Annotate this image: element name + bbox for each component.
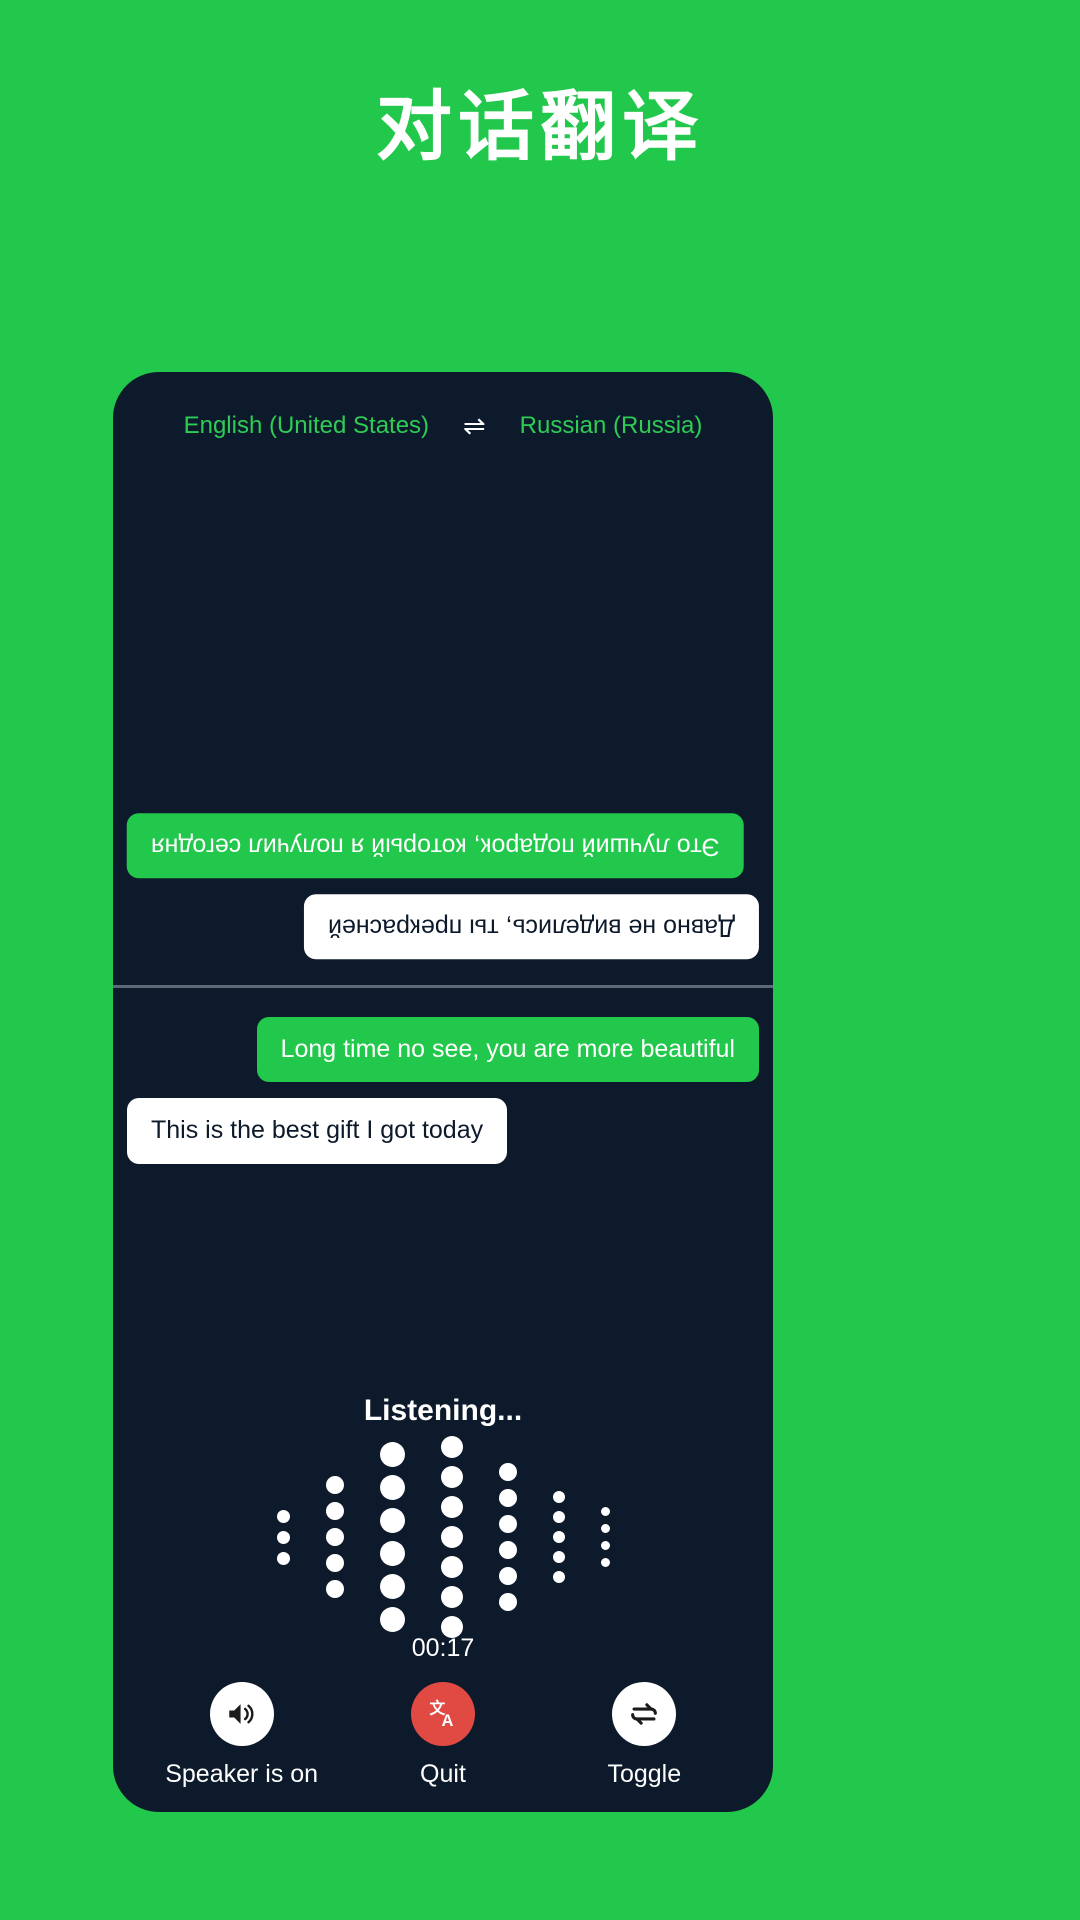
waveform-dot bbox=[325, 1580, 344, 1598]
waveform-dot bbox=[498, 1541, 517, 1559]
waveform-dot bbox=[276, 1551, 290, 1565]
waveform-dot bbox=[600, 1558, 610, 1567]
waveform-dot bbox=[325, 1554, 344, 1572]
waveform-dot bbox=[600, 1507, 610, 1516]
waveform-dot bbox=[498, 1593, 517, 1611]
page-title: 对话翻译 bbox=[376, 85, 704, 170]
source-language-selector[interactable]: English (United States) bbox=[184, 412, 429, 440]
waveform-dot bbox=[440, 1436, 463, 1458]
waveform-column bbox=[379, 1442, 405, 1632]
waveform-dot bbox=[276, 1509, 290, 1523]
translate-icon: 文 A bbox=[410, 1682, 475, 1746]
waveform-column bbox=[552, 1491, 565, 1583]
control-label: Toggle bbox=[607, 1760, 682, 1788]
waveform-dot bbox=[325, 1476, 344, 1494]
waveform-dot bbox=[440, 1556, 463, 1578]
speaker-on-icon bbox=[209, 1682, 274, 1746]
waveform-dot bbox=[552, 1571, 565, 1583]
waveform-column bbox=[440, 1436, 463, 1638]
waveform-dot bbox=[325, 1528, 344, 1546]
remote-message-panel: Это лучший подарок, который я получил се… bbox=[113, 472, 773, 985]
waveform-dot bbox=[379, 1508, 405, 1533]
target-language-selector[interactable]: Russian (Russia) bbox=[520, 412, 703, 440]
waveform-dot bbox=[379, 1541, 405, 1566]
svg-text:A: A bbox=[441, 1712, 453, 1730]
message-bubble: Давно не виделись, ты прекрасней bbox=[304, 893, 759, 959]
waveform-dot bbox=[379, 1607, 405, 1632]
waveform-dot bbox=[600, 1524, 610, 1533]
translation-card: English (United States) ⇌ Russian (Russi… bbox=[113, 372, 773, 1812]
waveform-dot bbox=[552, 1531, 565, 1543]
control-label: Quit bbox=[420, 1760, 466, 1788]
swap-horizontal-icon[interactable]: ⇌ bbox=[463, 412, 486, 440]
waveform-dot bbox=[498, 1489, 517, 1507]
message-bubble: This is the best gift I got today bbox=[127, 1098, 508, 1164]
language-bar: English (United States) ⇌ Russian (Russi… bbox=[113, 412, 773, 440]
recording-timer: 00:17 bbox=[411, 1634, 475, 1662]
listening-status: Listening... bbox=[363, 1394, 523, 1427]
speaker-toggle-button[interactable]: Speaker is on bbox=[152, 1682, 332, 1789]
waveform-dot bbox=[325, 1502, 344, 1520]
waveform-column bbox=[600, 1507, 610, 1567]
waveform-dot bbox=[440, 1496, 463, 1518]
waveform-column bbox=[276, 1509, 290, 1565]
waveform-dot bbox=[552, 1511, 565, 1523]
waveform-dot bbox=[498, 1463, 517, 1481]
waveform-dot bbox=[600, 1541, 610, 1550]
quit-button[interactable]: 文 A Quit bbox=[353, 1682, 533, 1789]
audio-waveform-visualizer bbox=[113, 1436, 773, 1638]
waveform-column bbox=[325, 1476, 344, 1598]
toggle-button[interactable]: Toggle bbox=[554, 1682, 734, 1789]
panel-divider bbox=[113, 985, 773, 988]
waveform-dot bbox=[379, 1574, 405, 1599]
waveform-dot bbox=[440, 1526, 463, 1548]
control-bar: Speaker is on 文 A Quit Toggle bbox=[113, 1682, 773, 1789]
swap-repeat-icon bbox=[612, 1682, 677, 1746]
message-bubble: Это лучший подарок, который я получил се… bbox=[127, 812, 744, 878]
waveform-dot bbox=[379, 1475, 405, 1500]
local-message-panel: Long time no see, you are more beautiful… bbox=[113, 997, 773, 1427]
screen-root: 对话翻译 English (United States) ⇌ Russian (… bbox=[0, 0, 1080, 1920]
message-bubble: Long time no see, you are more beautiful bbox=[256, 1017, 759, 1083]
waveform-dot bbox=[379, 1442, 405, 1467]
waveform-dot bbox=[440, 1586, 463, 1608]
control-label: Speaker is on bbox=[165, 1760, 319, 1788]
waveform-dot bbox=[440, 1466, 463, 1488]
waveform-column bbox=[498, 1463, 517, 1611]
waveform-dot bbox=[276, 1530, 290, 1544]
waveform-dot bbox=[498, 1515, 517, 1533]
waveform-dot bbox=[552, 1551, 565, 1563]
waveform-dot bbox=[498, 1567, 517, 1585]
waveform-dot bbox=[552, 1491, 565, 1503]
